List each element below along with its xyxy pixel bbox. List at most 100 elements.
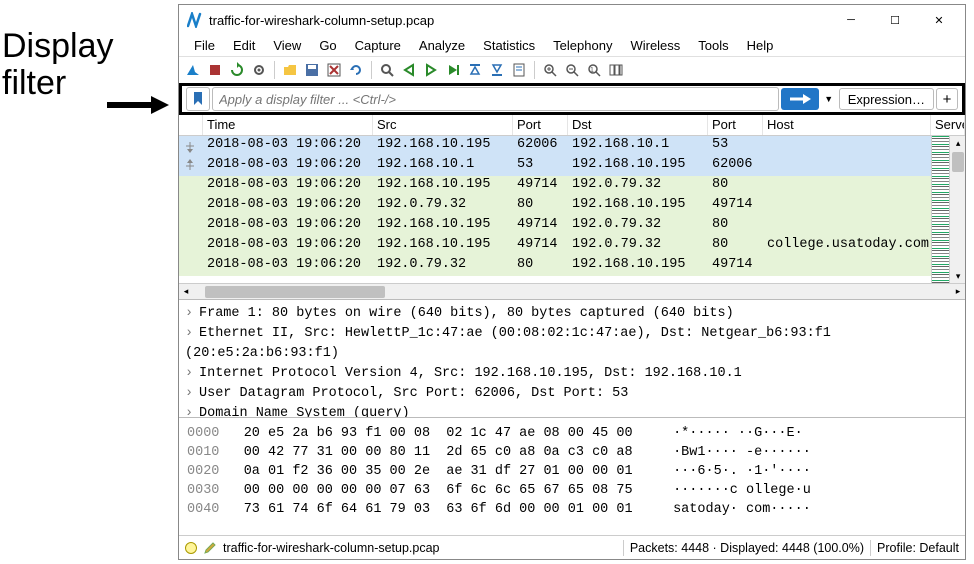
menu-analyze[interactable]: Analyze <box>410 37 474 54</box>
add-filter-button[interactable]: + <box>936 88 958 110</box>
expert-info-indicator[interactable] <box>185 542 197 554</box>
toolbar: 1 <box>179 57 965 83</box>
table-row[interactable]: 2018-08-03 19:06:20192.0.79.3280192.168.… <box>179 256 931 276</box>
expand-caret-icon[interactable]: › <box>185 404 199 418</box>
expand-caret-icon[interactable]: › <box>185 364 199 384</box>
auto-scroll-button[interactable] <box>509 60 529 80</box>
byte-row[interactable]: 0000 20 e5 2a b6 93 f1 00 08 02 1c 47 ae… <box>187 424 957 443</box>
close-file-icon <box>326 62 342 78</box>
display-filter-bar: ▼ Expression… + <box>179 83 965 115</box>
col-time[interactable]: Time <box>203 115 373 135</box>
open-file-button[interactable] <box>280 60 300 80</box>
menu-statistics[interactable]: Statistics <box>474 37 544 54</box>
menu-edit[interactable]: Edit <box>224 37 264 54</box>
find-packet-button[interactable] <box>377 60 397 80</box>
byte-row[interactable]: 0010 00 42 77 31 00 00 80 11 2d 65 c0 a8… <box>187 443 957 462</box>
save-file-button[interactable] <box>302 60 322 80</box>
detail-row[interactable]: ›Frame 1: 80 bytes on wire (640 bits), 8… <box>185 304 959 324</box>
table-row[interactable]: 2018-08-03 19:06:20192.168.10.1954971419… <box>179 236 931 256</box>
zoom-reset-button[interactable]: 1 <box>584 60 604 80</box>
filter-history-dropdown[interactable]: ▼ <box>821 88 837 110</box>
menu-tools[interactable]: Tools <box>689 37 737 54</box>
col-marker[interactable] <box>179 115 203 135</box>
menu-go[interactable]: Go <box>310 37 345 54</box>
packet-details-pane[interactable]: ›Frame 1: 80 bytes on wire (640 bits), 8… <box>179 300 965 418</box>
flow-marker-icon <box>179 176 201 196</box>
shark-fin-icon <box>185 62 201 78</box>
filter-bookmark-button[interactable] <box>186 87 210 111</box>
stop-capture-button[interactable] <box>205 60 225 80</box>
detail-row[interactable]: ›Ethernet II, Src: HewlettP_1c:47:ae (00… <box>185 324 959 364</box>
detail-row[interactable]: ›User Datagram Protocol, Src Port: 62006… <box>185 384 959 404</box>
menu-help[interactable]: Help <box>738 37 783 54</box>
go-forward-button[interactable] <box>421 60 441 80</box>
col-sport[interactable]: Port <box>513 115 568 135</box>
table-row[interactable]: 2018-08-03 19:06:20192.0.79.3280192.168.… <box>179 196 931 216</box>
status-bar: traffic-for-wireshark-column-setup.pcap … <box>179 535 965 559</box>
menu-wireless[interactable]: Wireless <box>621 37 689 54</box>
col-dst[interactable]: Dst <box>568 115 708 135</box>
svg-text:1: 1 <box>590 67 594 74</box>
expression-button[interactable]: Expression… <box>839 88 934 110</box>
expand-caret-icon[interactable]: › <box>185 304 199 324</box>
expand-caret-icon[interactable]: › <box>185 384 199 404</box>
zoom-reset-icon: 1 <box>586 62 602 78</box>
table-row[interactable]: 2018-08-03 19:06:20192.168.10.1956200619… <box>179 136 931 156</box>
scrollbar-thumb[interactable] <box>952 152 964 172</box>
maximize-button[interactable]: ☐ <box>873 6 917 34</box>
status-file: traffic-for-wireshark-column-setup.pcap <box>223 541 440 555</box>
byte-row[interactable]: 0040 73 61 74 6f 64 61 79 03 63 6f 6d 00… <box>187 500 957 519</box>
close-file-button[interactable] <box>324 60 344 80</box>
detail-row[interactable]: ›Domain Name System (query) <box>185 404 959 418</box>
restart-icon <box>229 62 245 78</box>
table-row[interactable]: 2018-08-03 19:06:20192.168.10.153192.168… <box>179 156 931 176</box>
menu-telephony[interactable]: Telephony <box>544 37 621 54</box>
start-capture-button[interactable] <box>183 60 203 80</box>
menu-file[interactable]: File <box>185 37 224 54</box>
go-back-button[interactable] <box>399 60 419 80</box>
reload-button[interactable] <box>346 60 366 80</box>
packet-list-header[interactable]: Time Src Port Dst Port Host Server Name <box>179 115 965 136</box>
close-button[interactable]: ✕ <box>917 6 961 34</box>
resize-columns-button[interactable] <box>606 60 626 80</box>
auto-scroll-icon <box>511 62 527 78</box>
menu-view[interactable]: View <box>264 37 310 54</box>
packet-list-vscroll[interactable]: ▴ ▾ <box>949 136 965 283</box>
go-last-button[interactable] <box>487 60 507 80</box>
apply-filter-button[interactable] <box>781 88 819 110</box>
restart-capture-button[interactable] <box>227 60 247 80</box>
go-first-button[interactable] <box>465 60 485 80</box>
menu-bar: File Edit View Go Capture Analyze Statis… <box>179 35 965 57</box>
flow-marker-icon <box>179 156 201 176</box>
col-server-name[interactable]: Server Name <box>931 115 965 135</box>
minimize-button[interactable]: ─ <box>829 6 873 34</box>
status-profile[interactable]: Profile: Default <box>877 541 959 555</box>
table-row[interactable]: 2018-08-03 19:06:20192.168.10.1954971419… <box>179 216 931 236</box>
packet-list-hscroll[interactable]: ◂▸ <box>179 283 965 299</box>
packet-list-pane: Time Src Port Dst Port Host Server Name … <box>179 115 965 300</box>
col-src[interactable]: Src <box>373 115 513 135</box>
packet-bytes-pane[interactable]: 0000 20 e5 2a b6 93 f1 00 08 02 1c 47 ae… <box>179 418 965 535</box>
menu-capture[interactable]: Capture <box>346 37 410 54</box>
col-host[interactable]: Host <box>763 115 931 135</box>
byte-row[interactable]: 0020 0a 01 f2 36 00 35 00 2e ae 31 df 27… <box>187 462 957 481</box>
table-row[interactable]: 2018-08-03 19:06:20192.168.10.1954971419… <box>179 176 931 196</box>
detail-row[interactable]: ›Internet Protocol Version 4, Src: 192.1… <box>185 364 959 384</box>
col-dport[interactable]: Port <box>708 115 763 135</box>
annotation-label: Display filter <box>2 28 113 103</box>
byte-row[interactable]: 0030 00 00 00 00 00 00 07 63 6f 6c 6c 65… <box>187 481 957 500</box>
expand-caret-icon[interactable]: › <box>185 324 199 344</box>
app-window: traffic-for-wireshark-column-setup.pcap … <box>178 4 966 560</box>
zoom-in-button[interactable] <box>540 60 560 80</box>
app-icon <box>187 12 203 28</box>
save-icon <box>304 62 320 78</box>
zoom-out-button[interactable] <box>562 60 582 80</box>
capture-options-button[interactable] <box>249 60 269 80</box>
resize-columns-icon <box>608 62 624 78</box>
display-filter-input[interactable] <box>212 87 779 111</box>
folder-icon <box>282 62 298 78</box>
jump-to-button[interactable] <box>443 60 463 80</box>
gear-icon <box>251 62 267 78</box>
edit-capture-comment-icon[interactable] <box>203 541 217 555</box>
flow-marker-icon <box>179 256 201 276</box>
